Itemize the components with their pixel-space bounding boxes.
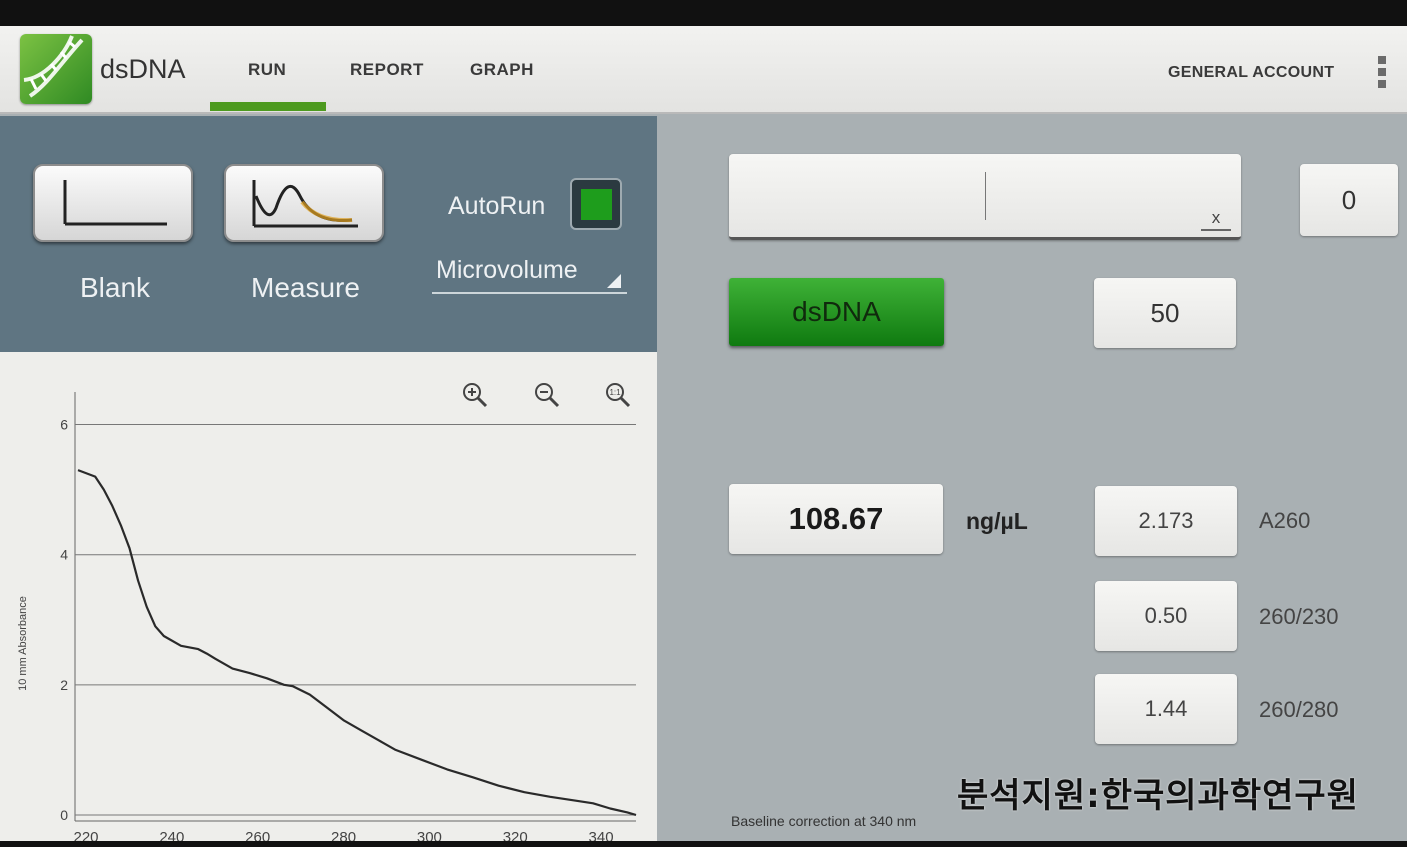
mode-dropdown[interactable]: Microvolume	[432, 252, 627, 294]
sample-name-input[interactable]: x	[729, 154, 1241, 240]
concentration-value: 108.67	[729, 484, 943, 554]
dna-logo-icon	[20, 34, 92, 104]
app-title: dsDNA	[100, 54, 186, 84]
watermark: 분석지원:한국의과학연구원	[957, 776, 1359, 816]
x-tick-label: 260	[245, 829, 270, 841]
tab-report[interactable]: REPORT	[350, 60, 424, 80]
account-menu[interactable]: GENERAL ACCOUNT	[1168, 64, 1334, 82]
measurement-controls: Blank Measure AutoRun Microvolume	[0, 116, 657, 352]
x-tick-label: 340	[589, 829, 614, 841]
x-tick-label: 300	[417, 829, 442, 841]
measure-label: Measure	[251, 272, 360, 303]
overflow-menu-icon[interactable]	[1378, 56, 1388, 96]
autorun-label: AutoRun	[448, 192, 546, 220]
tab-run[interactable]: RUN	[248, 60, 286, 80]
concentration-unit: ng/µL	[966, 508, 1028, 534]
x-tick-label: 240	[159, 829, 184, 841]
blank-button[interactable]	[33, 164, 193, 242]
y-axis-label: 10 mm Absorbance	[17, 596, 29, 691]
sample-count: 0	[1300, 164, 1398, 236]
y-tick-label: 6	[60, 417, 68, 433]
blank-spectrum-icon	[63, 180, 167, 226]
sample-type-button[interactable]: dsDNA	[729, 278, 944, 346]
mode-value: Microvolume	[436, 256, 578, 284]
measure-spectrum-icon	[252, 180, 358, 228]
x-tick-label: 220	[73, 829, 98, 841]
baseline-note: Baseline correction at 340 nm	[731, 813, 917, 829]
ratio-260-230-value: 0.50	[1095, 581, 1237, 651]
a260-value: 2.173	[1095, 486, 1237, 556]
results-panel: x 0 dsDNA 50 108.67 ng/µL 2.173 A260 0.5…	[657, 116, 1407, 841]
tab-graph[interactable]: GRAPH	[470, 60, 534, 80]
absorbance-series-line	[77, 469, 637, 817]
a260-label: A260	[1259, 508, 1311, 533]
spectrum-chart: 0246220240260280300320340Wavelength10 mm…	[17, 392, 637, 841]
text-cursor	[985, 172, 986, 220]
blank-label: Blank	[80, 272, 151, 303]
clear-input-button[interactable]: x	[1201, 207, 1231, 231]
x-tick-label: 280	[331, 829, 356, 841]
instrument-screen: dsDNA RUN REPORT GRAPH GENERAL ACCOUNT B	[0, 26, 1407, 841]
dropdown-arrow-icon	[607, 274, 621, 288]
y-tick-label: 0	[60, 807, 68, 823]
ratio-260-280-value: 1.44	[1095, 674, 1237, 744]
spectrum-graph-panel: 1:1 0246220240260280300320340Wavelength1…	[0, 352, 657, 841]
x-tick-label: 320	[503, 829, 528, 841]
y-tick-label: 2	[60, 677, 68, 693]
app-bar: dsDNA RUN REPORT GRAPH GENERAL ACCOUNT	[0, 26, 1407, 114]
y-tick-label: 4	[60, 547, 68, 563]
active-tab-indicator	[210, 102, 326, 111]
ratio-260-230-label: 260/230	[1259, 604, 1339, 629]
ratio-260-280-label: 260/280	[1259, 697, 1339, 722]
factor-field[interactable]: 50	[1094, 278, 1236, 348]
autorun-checkbox[interactable]	[570, 178, 622, 230]
measure-button[interactable]	[224, 164, 384, 242]
